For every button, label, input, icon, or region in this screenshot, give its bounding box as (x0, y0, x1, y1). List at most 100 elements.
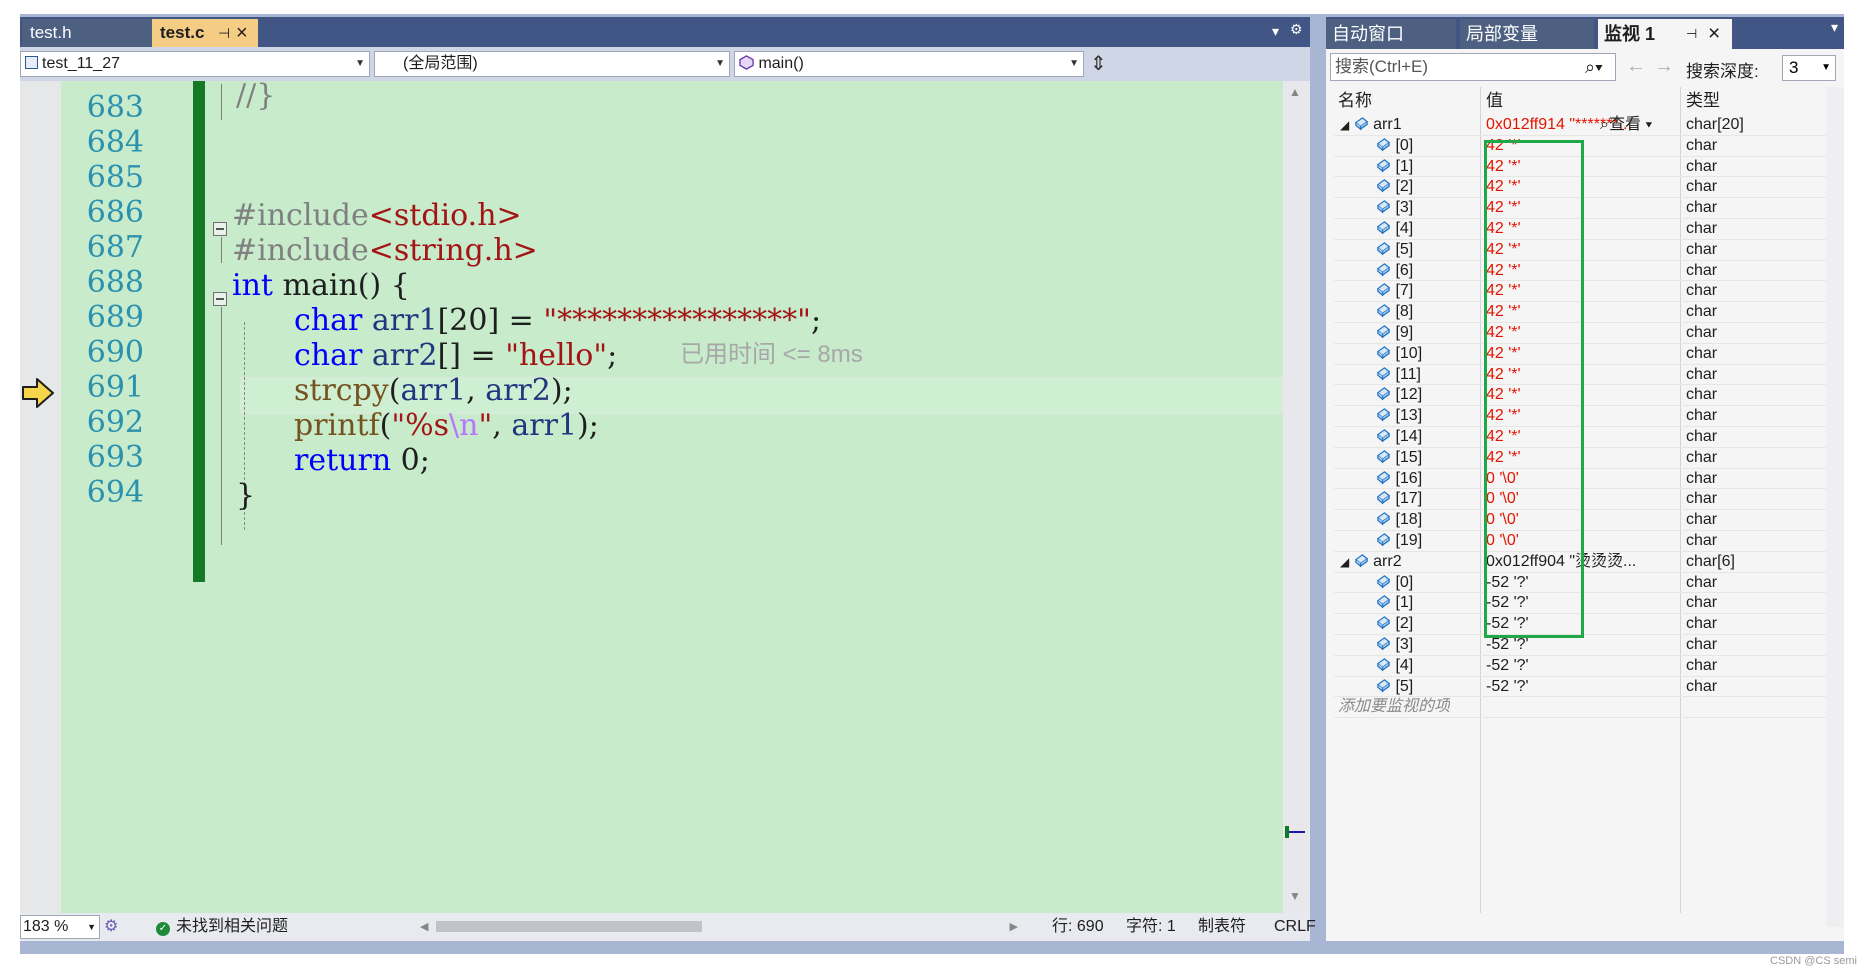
watch-name: [0] (1395, 136, 1414, 154)
watch-name: [9] (1395, 324, 1414, 341)
code-text: main() { (272, 268, 410, 303)
line-number: 693 (86, 440, 144, 475)
watch-row-arr1[interactable]: ◢ arr1 0x012ff914 "*******... ⌕查看 ▾ char[20… (1334, 115, 1832, 136)
watch-row-element[interactable]: [3] -52 '?' char (1334, 635, 1832, 656)
search-icon[interactable]: ⌕▾ (1585, 54, 1603, 80)
column-indicator[interactable]: 字符: 1 (1126, 913, 1176, 941)
watch-name: [1] (1395, 594, 1414, 612)
watch-name: [4] (1395, 220, 1414, 237)
line-number: 692 (86, 405, 144, 440)
watch-type: char (1686, 386, 1718, 404)
watch-vertical-scrollbar[interactable] (1826, 87, 1844, 927)
line-number: 683 (86, 90, 144, 125)
chevron-down-icon: ▼ (355, 58, 365, 69)
watch-name: [8] (1395, 303, 1414, 321)
line-number: 685 (86, 160, 144, 195)
search-depth-label: 搜索深度: (1686, 62, 1759, 81)
code-line-687: #include<string.h> (232, 233, 538, 268)
watch-type: char (1686, 303, 1718, 321)
variable-icon (1376, 262, 1391, 276)
project-label: test_11_27 (42, 55, 120, 72)
variable-icon (1376, 304, 1391, 318)
tab-watch-1[interactable]: 监视 1 ⊣ × (1598, 19, 1732, 49)
check-circle-icon: ✓ (156, 922, 170, 936)
watch-search-input[interactable]: 搜索(Ctrl+E) ⌕▾ (1330, 53, 1616, 81)
project-icon (25, 56, 38, 69)
scroll-right-icon[interactable]: ▶ (1010, 913, 1018, 941)
code-line-686: #include<stdio.h> (232, 198, 522, 233)
column-header-type[interactable]: 类型 (1686, 87, 1720, 114)
editor-horizontal-scrollbar[interactable]: ◀ ▶ (420, 913, 1018, 941)
pin-icon[interactable]: ⊣ (218, 19, 230, 47)
gear-icon[interactable]: ⚙ (1290, 21, 1303, 38)
scroll-left-icon[interactable]: ◀ (420, 913, 428, 941)
watch-name: [1] (1395, 157, 1414, 175)
tab-autos[interactable]: 自动窗口 (1326, 19, 1456, 49)
line-indicator[interactable]: 行: 690 (1052, 913, 1104, 941)
watch-name: [2] (1395, 615, 1414, 633)
line-ending-indicator[interactable]: CRLF (1274, 913, 1316, 941)
watch-type: char (1686, 136, 1718, 154)
member-dropdown[interactable]: main() ▼ (734, 51, 1084, 77)
outline-guide (221, 237, 222, 263)
variable: arr2 (485, 373, 551, 408)
watch-name: arr1 (1373, 116, 1402, 133)
tab-test-h[interactable]: test.h (22, 19, 152, 47)
watch-window: 搜索(Ctrl+E) ⌕▾ ← → 搜索深度: 3 ▼ 名称 值 类型 ◢ arr… (1326, 49, 1844, 941)
search-previous-icon[interactable]: ← (1626, 55, 1646, 78)
code-line-688: int main() { (232, 268, 410, 303)
watch-type: char (1686, 428, 1718, 445)
scope-dropdown[interactable]: (全局范围) ▼ (374, 51, 730, 77)
zoom-dropdown[interactable]: 183 % ▼ (20, 915, 100, 939)
close-icon[interactable]: × (236, 19, 248, 47)
project-dropdown[interactable]: test_11_27 ▼ (20, 51, 370, 77)
watch-row-element[interactable]: [4] -52 '?' char (1334, 656, 1832, 677)
variable: arr2 (362, 338, 438, 373)
tab-locals[interactable]: 局部变量 (1460, 19, 1594, 49)
pin-icon[interactable]: ⊣ (1686, 19, 1697, 49)
watch-name-cell: ◢ arr2 (1340, 552, 1480, 573)
watch-type: char (1686, 282, 1718, 300)
view-visualizer-button[interactable]: ⌕查看 ▾ (1600, 115, 1652, 136)
tab-label: test.h (30, 23, 72, 42)
watermark-credit: CSDN @CS semi (1770, 955, 1857, 967)
code-line-691: strcpy(arr1, arr2); (294, 373, 573, 408)
collapse-icon[interactable] (213, 292, 227, 306)
scrollbar-thumb[interactable] (436, 921, 702, 932)
scroll-up-icon[interactable]: ▲ (1289, 85, 1301, 99)
watch-row-element[interactable]: [5] -52 '?' char (1334, 677, 1832, 698)
escape-sequence: \n (449, 408, 479, 443)
annotation-highlight-box (1484, 140, 1584, 638)
intellicode-icon[interactable]: ⚙ (104, 913, 118, 941)
code-line-683: //} (236, 78, 275, 113)
issues-indicator[interactable]: ✓ 未找到相关问题 (156, 913, 288, 941)
tab-test-c[interactable]: test.c ⊣ × (152, 19, 258, 47)
watch-name: [17] (1395, 490, 1423, 508)
tabs-indicator[interactable]: 制表符 (1198, 913, 1246, 941)
editor-vertical-scrollbar[interactable]: ▲ ▼ (1283, 81, 1310, 913)
variable-icon (1376, 387, 1391, 401)
close-icon[interactable]: × (1708, 19, 1720, 49)
add-watch-placeholder: 添加要监视的项 (1338, 698, 1451, 716)
function-name: strcpy (294, 373, 389, 408)
keyword: int (232, 268, 273, 303)
collapse-icon[interactable] (213, 222, 227, 236)
column-header-value[interactable]: 值 (1486, 87, 1503, 114)
column-header-name[interactable]: 名称 (1338, 87, 1372, 114)
add-watch-row[interactable]: 添加要监视的项 (1334, 697, 1832, 719)
watch-name: [3] (1395, 199, 1414, 217)
expand-triangle-icon[interactable]: ◢ (1340, 118, 1349, 132)
keyword: char (294, 303, 363, 338)
tab-list-dropdown-icon[interactable]: ▾ (1272, 23, 1279, 40)
variable-icon (1376, 449, 1391, 464)
search-depth-dropdown[interactable]: 3 ▼ (1782, 55, 1836, 81)
scroll-down-icon[interactable]: ▼ (1289, 889, 1301, 903)
split-icon[interactable]: ⇕ (1090, 51, 1107, 76)
instruction-pointer-arrow-icon[interactable] (21, 377, 55, 409)
expand-triangle-icon[interactable]: ◢ (1340, 555, 1349, 569)
navigation-bar: test_11_27 ▼ (全局范围) ▼ main() ▼ ⇕ (20, 47, 1310, 81)
watch-name: [14] (1395, 428, 1423, 445)
watch-type: char (1686, 656, 1718, 674)
window-menu-icon[interactable]: ▾ (1831, 19, 1838, 36)
search-next-icon[interactable]: → (1654, 55, 1674, 78)
